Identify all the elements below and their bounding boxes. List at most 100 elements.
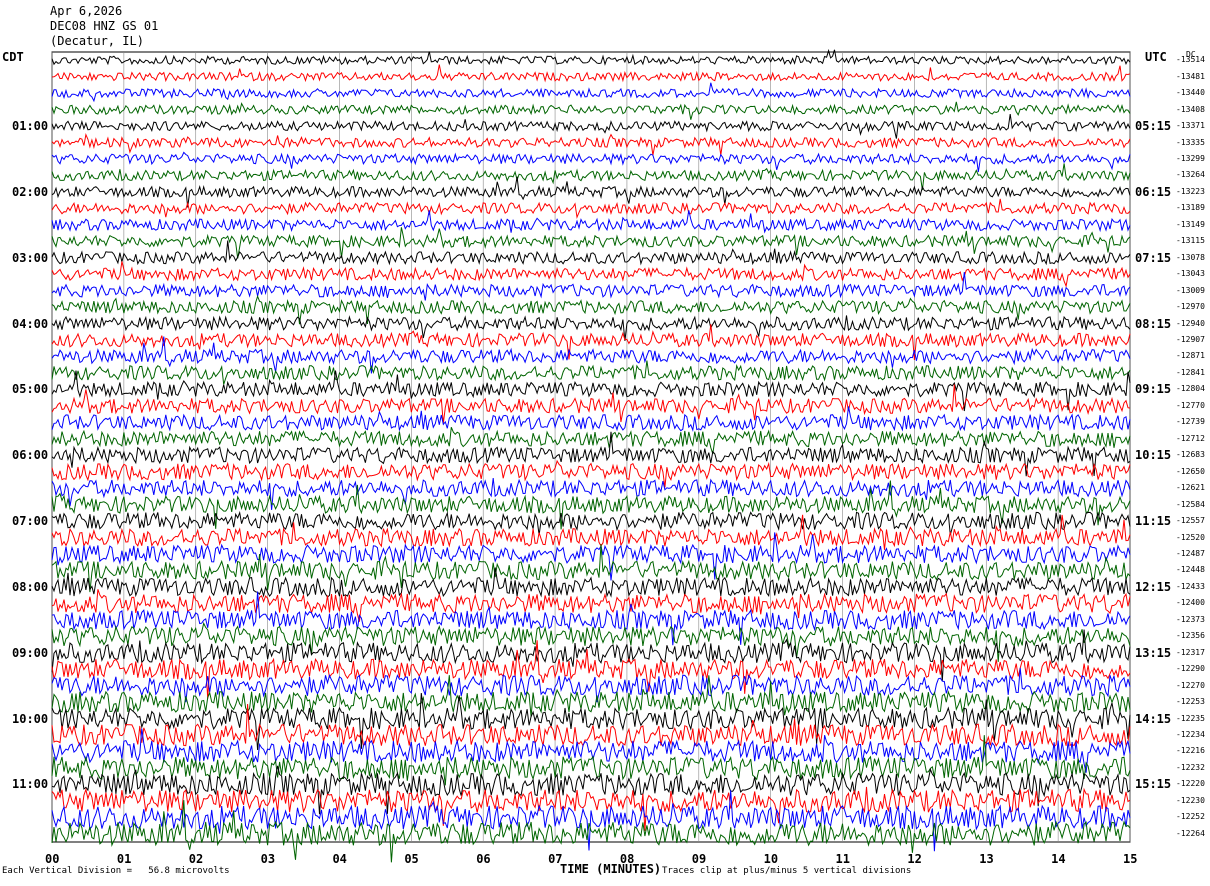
x-tick-label: 13 xyxy=(979,852,994,866)
right-axis-label: UTC xyxy=(1145,50,1167,64)
dc-offset-label: -12557 xyxy=(1176,516,1205,526)
dc-offset-label: -12907 xyxy=(1176,335,1205,345)
x-tick-label: 12 xyxy=(907,852,922,866)
dc-offset-label: -12270 xyxy=(1176,680,1205,690)
dc-offset-label: -12220 xyxy=(1176,779,1205,789)
utc-hour-label: 12:15 xyxy=(1135,579,1172,594)
utc-hour-label: 14:15 xyxy=(1135,711,1172,726)
seismic-trace xyxy=(51,261,1131,288)
dc-offset-label: -12264 xyxy=(1176,828,1205,838)
seismic-trace xyxy=(51,198,1131,220)
x-tick-label: 11 xyxy=(835,852,850,866)
utc-hour-label: 08:15 xyxy=(1135,316,1172,331)
dc-offset-label: -12650 xyxy=(1176,466,1205,476)
dc-offset-label: -13043 xyxy=(1176,269,1205,279)
local-hour-label: 02:00 xyxy=(12,184,49,199)
dc-offset-label: -12739 xyxy=(1176,417,1205,427)
local-hour-label: 05:00 xyxy=(12,382,49,397)
footer-clip-note: Traces clip at plus/minus 5 vertical div… xyxy=(662,866,912,876)
utc-hour-label: 15:15 xyxy=(1135,777,1172,792)
x-tick-label: 15 xyxy=(1123,852,1138,866)
local-hour-label: 07:00 xyxy=(12,514,49,529)
seismic-trace xyxy=(51,514,1131,550)
seismic-trace xyxy=(51,210,1131,234)
seismic-trace xyxy=(51,176,1131,208)
dc-offset-label: -12940 xyxy=(1176,318,1205,328)
seismic-trace xyxy=(51,133,1131,156)
dc-offset-label: -12356 xyxy=(1176,631,1205,641)
dc-offset-label: -12216 xyxy=(1176,746,1205,756)
dc-offset-label: -12970 xyxy=(1176,302,1205,312)
dc-offset-label: -13149 xyxy=(1176,219,1205,229)
seismic-trace xyxy=(51,360,1131,385)
dc-offset-label: -12487 xyxy=(1176,548,1205,558)
dc-offset-label: -12234 xyxy=(1176,730,1205,740)
seismic-trace xyxy=(51,101,1131,120)
x-tick-label: 03 xyxy=(260,852,276,866)
x-tick-label: 04 xyxy=(332,852,347,866)
seismic-trace xyxy=(51,163,1131,191)
dc-offset-label: -13189 xyxy=(1176,203,1205,213)
dc-offset-label: -13078 xyxy=(1176,252,1205,262)
local-hour-label: 03:00 xyxy=(12,250,49,265)
dc-offset-label: -13440 xyxy=(1176,88,1205,98)
local-hour-label: 10:00 xyxy=(12,711,49,726)
seismic-trace xyxy=(51,765,1131,815)
dc-offset-label: -12317 xyxy=(1176,647,1205,657)
dc-offset-label: -12871 xyxy=(1176,351,1205,361)
utc-hour-label: 10:15 xyxy=(1135,448,1172,463)
x-tick-label: 00 xyxy=(45,852,60,866)
dc-offset-label: -12841 xyxy=(1176,367,1205,377)
utc-hour-label: 13:15 xyxy=(1135,645,1172,660)
seismic-trace xyxy=(51,272,1131,301)
helicorder-plot xyxy=(51,48,1131,863)
local-hour-label: 04:00 xyxy=(12,316,49,331)
dc-offset-label: -12621 xyxy=(1176,483,1205,493)
x-tick-label: 14 xyxy=(1051,852,1066,866)
dc-offset-label: -12520 xyxy=(1176,532,1205,542)
x-tick-label: 10 xyxy=(763,852,779,866)
seismic-trace xyxy=(51,431,1131,477)
seismic-trace xyxy=(51,336,1131,374)
utc-hour-label: 06:15 xyxy=(1135,184,1172,199)
dc-offset-label: -13514 xyxy=(1176,55,1205,65)
dc-offset-label: -13408 xyxy=(1176,104,1205,114)
dc-offset-label: -12373 xyxy=(1176,614,1205,624)
dc-offset-label: -12253 xyxy=(1176,697,1205,707)
seismic-trace xyxy=(51,544,1131,593)
dc-offset-label: -13264 xyxy=(1176,170,1205,180)
dc-offset-label: -12448 xyxy=(1176,565,1205,575)
dc-offset-label: -12235 xyxy=(1176,713,1205,723)
dc-offset-label: -12400 xyxy=(1176,598,1205,608)
x-tick-label: 05 xyxy=(404,852,419,866)
dc-offset-label: -12683 xyxy=(1176,450,1205,460)
dc-offset-label: -13299 xyxy=(1176,153,1205,163)
dc-offset-label: -12230 xyxy=(1176,795,1205,805)
dc-offset-label: -12290 xyxy=(1176,664,1205,674)
utc-hour-label: 05:15 xyxy=(1135,119,1172,134)
local-hour-label: 11:00 xyxy=(12,777,49,792)
x-tick-label: 01 xyxy=(116,852,132,866)
dc-offset-label: -12804 xyxy=(1176,384,1205,394)
x-tick-label: 09 xyxy=(691,852,707,866)
local-hour-label: 06:00 xyxy=(12,448,49,463)
local-hour-label: 08:00 xyxy=(12,579,49,594)
utc-hour-label: 09:15 xyxy=(1135,382,1172,397)
left-axis-label: CDT xyxy=(2,50,24,64)
seismic-trace xyxy=(51,675,1131,717)
dc-offset-label: -12232 xyxy=(1176,762,1205,772)
utc-hour-label: 11:15 xyxy=(1135,514,1172,529)
dc-offset-label: -13371 xyxy=(1176,121,1205,131)
x-axis-title: TIME (MINUTES) xyxy=(560,862,662,876)
local-hour-label: 01:00 xyxy=(12,119,49,134)
dc-offset-label: -13223 xyxy=(1176,186,1205,196)
x-tick-label: 06 xyxy=(476,852,491,866)
dc-offset-label: -12770 xyxy=(1176,400,1205,410)
local-hour-label: 09:00 xyxy=(12,645,49,660)
dc-offset-label: -12584 xyxy=(1176,499,1205,509)
dc-offset-label: -12712 xyxy=(1176,433,1205,443)
dc-offset-label: -13009 xyxy=(1176,285,1205,295)
seismic-trace xyxy=(51,800,1131,863)
dc-offset-label: -12252 xyxy=(1176,812,1205,822)
footer-scale: Each Vertical Division = 56.8 microvolts xyxy=(2,866,230,876)
